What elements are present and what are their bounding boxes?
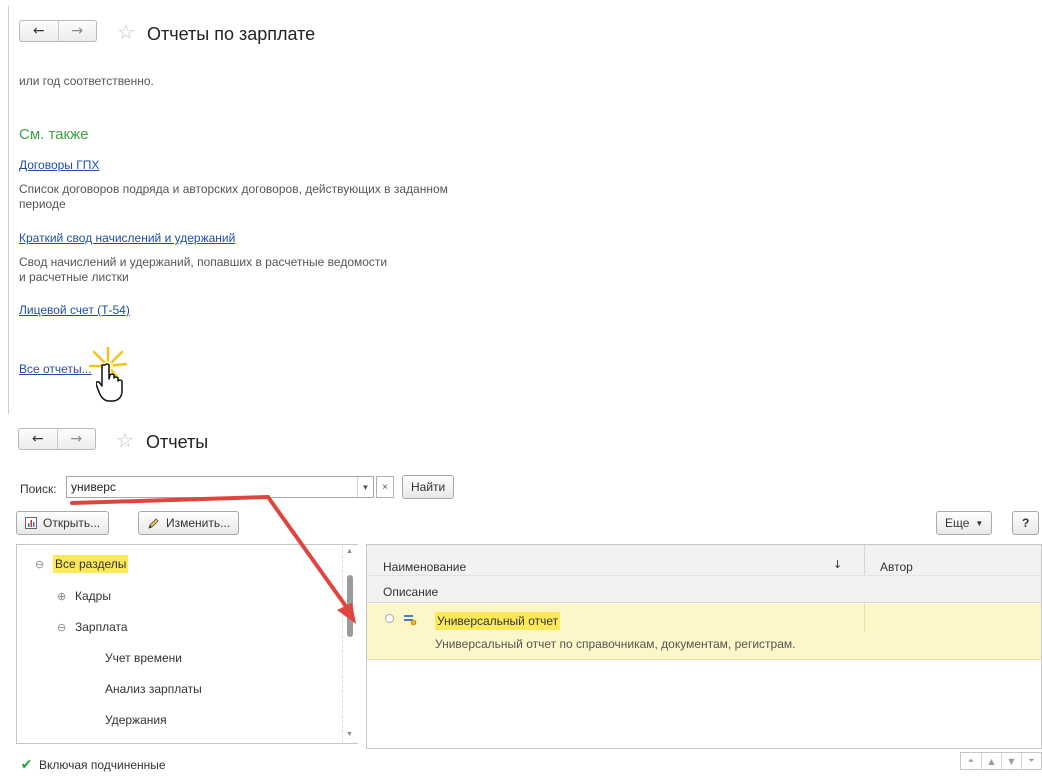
- chevron-down-icon: ▼: [975, 518, 984, 528]
- tree-item-label: Все разделы: [53, 555, 129, 573]
- forward-button[interactable]: →: [56, 429, 96, 449]
- tree-item-all-sections[interactable]: ⊖ Все разделы: [35, 555, 129, 573]
- first-row-icon[interactable]: ⏶: [961, 753, 981, 769]
- tree-item-label: Удержания: [105, 713, 167, 727]
- expand-icon[interactable]: ⊕: [57, 590, 67, 603]
- more-button[interactable]: Еще ▼: [936, 511, 993, 535]
- forward-button[interactable]: →: [57, 21, 97, 41]
- search-input[interactable]: [67, 480, 357, 494]
- dropdown-arrow-icon[interactable]: ▼: [357, 477, 373, 497]
- more-button-label: Еще: [945, 516, 970, 530]
- link-gph-desc-2: периоде: [19, 197, 66, 211]
- open-button[interactable]: Открыть...: [16, 511, 110, 535]
- row-marker-icon: [385, 614, 394, 623]
- column-description-header[interactable]: Описание: [383, 585, 438, 599]
- clear-search-button[interactable]: ×: [376, 476, 394, 498]
- grid-header: Наименование ↓ Автор Описание: [367, 545, 1041, 603]
- link-gph-desc-1: Список договоров подряда и авторских дог…: [19, 182, 448, 196]
- tree-item-label: Анализ зарплаты: [105, 682, 202, 696]
- find-button-label: Найти: [411, 480, 446, 494]
- back-button[interactable]: ←: [19, 429, 57, 449]
- search-field[interactable]: ▼: [66, 476, 374, 498]
- scroll-down-icon[interactable]: ▼: [346, 731, 353, 738]
- scroll-up-icon[interactable]: ▲: [346, 548, 353, 555]
- link-brief-desc-2: и расчетные листки: [19, 270, 129, 284]
- report-name: Универсальный отчет: [435, 612, 561, 630]
- collapse-icon[interactable]: ⊖: [57, 621, 67, 634]
- reports-grid: Наименование ↓ Автор Описание Универсаль…: [366, 544, 1042, 749]
- nav-buttons: ← →: [18, 428, 96, 450]
- pencil-icon: [148, 517, 159, 529]
- sort-desc-icon: ↓: [833, 558, 843, 571]
- link-brief-desc-1: Свод начислений и удержаний, попавших в …: [19, 255, 388, 269]
- favorite-star-icon[interactable]: ☆: [117, 20, 135, 44]
- column-author-header[interactable]: Автор: [880, 560, 913, 574]
- tree-scrollbar[interactable]: ▲ ▼: [342, 545, 356, 743]
- tree-item-label: Зарплата: [75, 620, 128, 634]
- help-button[interactable]: ?: [1012, 511, 1040, 535]
- include-subordinate-label: Включая подчиненные: [39, 758, 166, 772]
- tree-item-salary[interactable]: ⊖ Зарплата: [57, 620, 128, 634]
- prev-row-icon[interactable]: ▲: [981, 753, 1001, 769]
- tree-item-label: Кадры: [75, 589, 111, 603]
- last-row-icon[interactable]: ⏷: [1021, 753, 1041, 769]
- link-personal-account[interactable]: Лицевой счет (Т-54): [19, 303, 130, 317]
- help-button-label: ?: [1022, 516, 1030, 530]
- collapse-icon[interactable]: ⊖: [35, 558, 45, 571]
- open-button-label: Открыть...: [43, 516, 101, 530]
- next-row-icon[interactable]: ▼: [1001, 753, 1021, 769]
- scroll-thumb[interactable]: [347, 575, 353, 637]
- include-subordinate-checkbox[interactable]: ✔ Включая подчиненные: [20, 757, 166, 773]
- intro-text: или год соответственно.: [19, 74, 154, 88]
- nav-buttons: ← →: [19, 20, 97, 42]
- checkmark-icon[interactable]: ✔: [20, 757, 33, 773]
- link-brief-summary[interactable]: Краткий свод начислений и удержаний: [19, 231, 235, 245]
- report-icon: [25, 517, 37, 529]
- report-type-icon: [404, 615, 417, 626]
- tree-item-deductions[interactable]: Удержания: [105, 713, 167, 727]
- search-label: Поиск:: [20, 482, 57, 496]
- column-name-header[interactable]: Наименование: [383, 560, 466, 574]
- favorite-star-icon[interactable]: ☆: [116, 428, 134, 452]
- report-description: Универсальный отчет по справочникам, док…: [435, 637, 796, 651]
- link-gph-contracts[interactable]: Договоры ГПХ: [19, 158, 99, 172]
- table-row[interactable]: Универсальный отчет Универсальный отчет …: [367, 604, 1041, 660]
- all-reports-link[interactable]: Все отчеты...: [19, 362, 92, 376]
- edit-button[interactable]: Изменить...: [138, 511, 240, 535]
- sections-tree: ⊖ Все разделы ⊕ Кадры ⊖ Зарплата Учет вр…: [16, 544, 358, 744]
- back-button[interactable]: ←: [20, 21, 58, 41]
- page-title: Отчеты: [146, 432, 209, 452]
- tree-item-salary-analysis[interactable]: Анализ зарплаты: [105, 682, 202, 696]
- tree-item-label: Учет времени: [105, 651, 182, 665]
- tree-item-time-tracking[interactable]: Учет времени: [105, 651, 182, 665]
- grid-navigation: ⏶ ▲ ▼ ⏷: [960, 752, 1042, 770]
- salary-reports-panel: ← → ☆ Отчеты по зарплате или год соответ…: [8, 6, 1042, 416]
- see-also-heading: См. также: [19, 126, 89, 143]
- hand-cursor-icon: [96, 363, 123, 402]
- page-title: Отчеты по зарплате: [147, 24, 316, 44]
- tree-item-hr[interactable]: ⊕ Кадры: [57, 589, 111, 603]
- reports-panel: ← → ☆ Отчеты Поиск: ▼ × Найти Открыть...…: [8, 414, 1042, 781]
- edit-button-label: Изменить...: [166, 516, 231, 530]
- find-button[interactable]: Найти: [402, 475, 455, 499]
